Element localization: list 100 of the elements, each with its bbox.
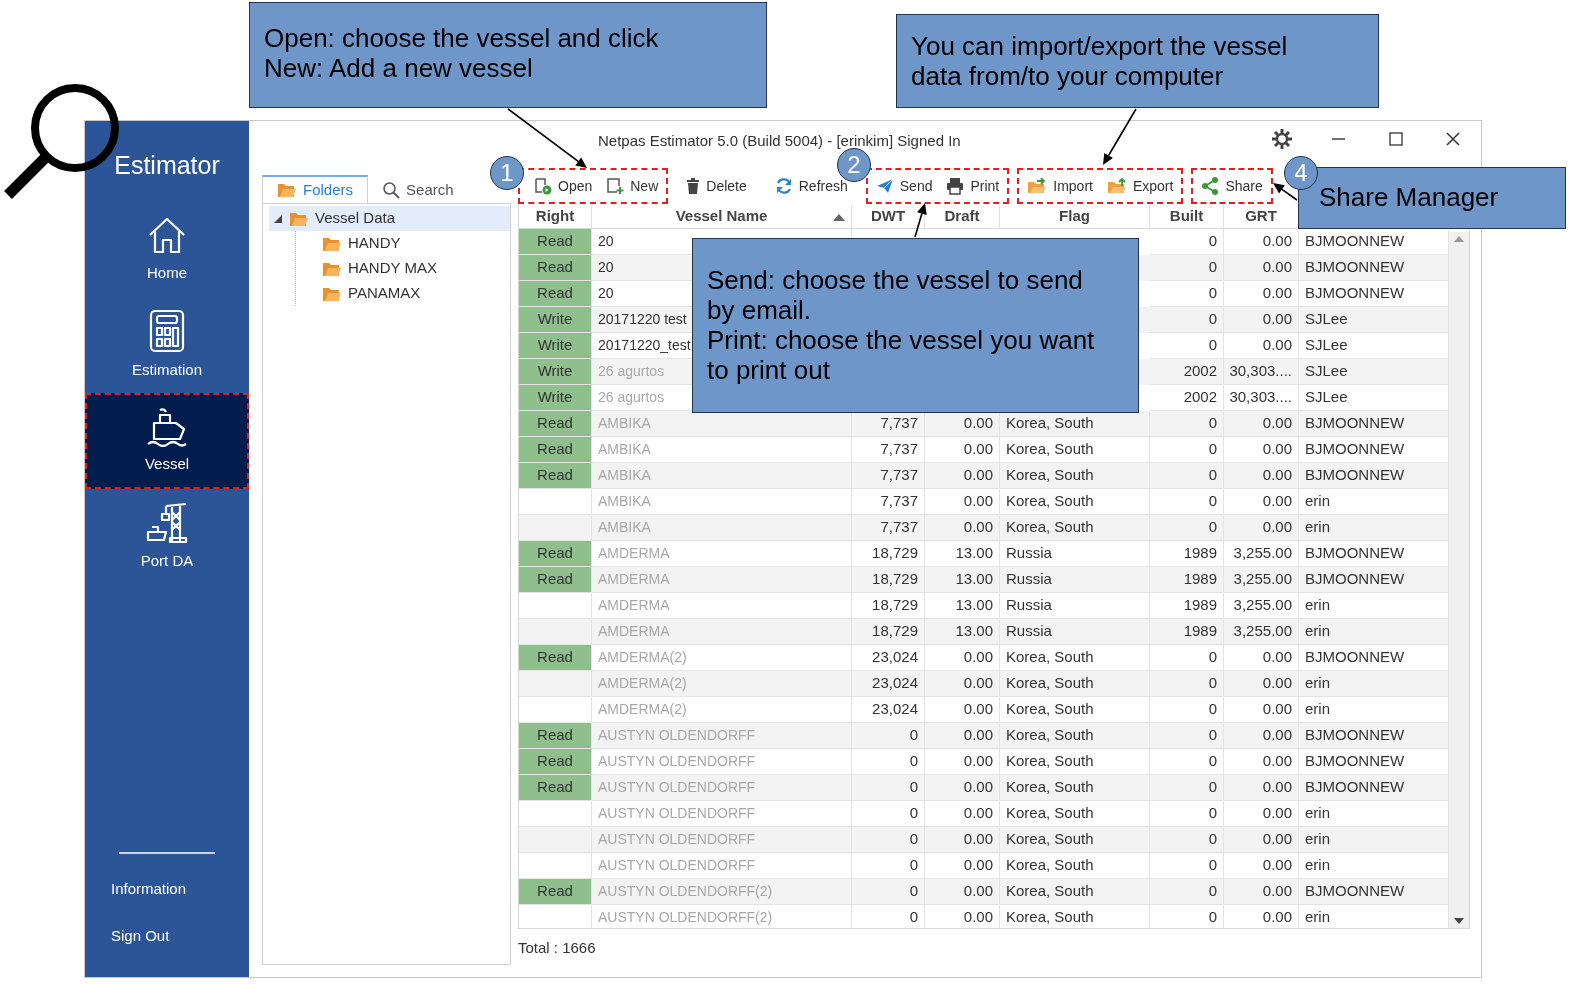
table-cell: 0.00 [1224,411,1299,437]
table-cell: 3,255.00 [1224,619,1299,645]
folder-icon [322,235,342,252]
access-cell: Read [519,775,592,801]
table-cell: 0 [1150,775,1224,801]
toolbar-button[interactable]: Import [1021,173,1099,199]
table-cell: 18,729 [852,619,925,645]
access-cell: Write [519,333,592,359]
table-cell: 7,737 [852,463,925,489]
table-cell: 0 [1150,905,1224,928]
access-cell: Write [519,359,592,385]
access-cell: Read [519,645,592,671]
crane-icon [144,501,190,544]
column-header[interactable]: Flag [1000,205,1150,228]
table-cell: 0 [1150,463,1224,489]
table-cell: 0.00 [1224,827,1299,853]
collapse-triangle-icon[interactable] [273,213,283,224]
scroll-up-icon[interactable] [1454,236,1464,242]
folder-icon [277,182,297,198]
paper-plane-icon [875,178,894,194]
table-cell: 30,303.... [1224,359,1299,385]
toolbar-button[interactable]: Send [869,173,939,199]
folder-icon [322,260,342,277]
table-cell: 13.00 [925,567,1000,593]
access-cell: Write [519,385,592,411]
scrollbar[interactable] [1449,232,1469,928]
column-header[interactable]: Right [519,205,592,228]
toolbar-button[interactable]: Delete [680,173,753,199]
table-cell: AMDERMA(2) [592,671,852,697]
table-cell: 0.00 [1224,905,1299,928]
tab[interactable]: Search [368,175,468,203]
sidebar-link[interactable]: Information [111,878,249,901]
callout-text: New: Add a new vessel [264,53,534,83]
column-header[interactable]: Built [1150,205,1224,228]
nav-item[interactable]: Estimation [85,297,249,393]
table-cell: 0 [852,827,925,853]
access-cell: Read [519,879,592,905]
table-cell: 1989 [1150,619,1224,645]
table-cell: AMBIKA [592,515,852,541]
table-cell: 0.00 [1224,775,1299,801]
table-cell: 0 [1150,255,1224,281]
scroll-down-icon[interactable] [1454,918,1464,924]
table-cell: Korea, South [1000,905,1150,928]
tree-item[interactable]: PANAMAX [318,281,510,306]
access-cell: Read [519,463,592,489]
callout-text: You can import/export the vessel data from/to your computer [911,31,1289,91]
tree-item[interactable]: Vessel Data [269,206,510,231]
table-cell: 0.00 [1224,255,1299,281]
access-cell: Read [519,749,592,775]
access-cell: Read [519,567,592,593]
minimize-icon [1332,138,1345,140]
tree-item[interactable]: HANDY [318,231,510,256]
toolbar-button[interactable]: Print [940,173,1006,199]
nav-item[interactable]: Vessel [85,393,249,489]
table-cell: Korea, South [1000,723,1150,749]
table-cell: 0.00 [925,905,1000,928]
folder-icon [322,285,342,302]
calculator-icon [149,308,185,353]
table-cell: 3,255.00 [1224,567,1299,593]
table-cell: AMBIKA [592,463,852,489]
ship-icon [146,406,188,447]
tree-item[interactable]: HANDY MAX [318,256,510,281]
table-cell: Korea, South [1000,879,1150,905]
table-cell: Russia [1000,567,1150,593]
table-cell: 0.00 [925,775,1000,801]
tab[interactable]: Folders [262,175,369,203]
toolbar-button[interactable]: Open [528,173,599,199]
table-cell: Korea, South [1000,515,1150,541]
table-cell: 23,024 [852,671,925,697]
folder-arrow-icon [1106,178,1127,194]
access-cell: Read [519,281,592,307]
table-cell: 0 [1150,411,1224,437]
callout-text: Share Manager [1319,182,1500,212]
toolbar-button[interactable]: Export [1100,173,1180,199]
printer-icon [946,177,965,195]
table-cell: 0.00 [1224,723,1299,749]
table-cell: Korea, South [1000,671,1150,697]
sidebar-link[interactable]: Sign Out [111,924,249,947]
window-title: Netpas Estimator 5.0 (Build 5004) - [erinkim] Signed In [598,131,961,151]
search-icon [382,181,401,199]
table-cell: 0.00 [925,671,1000,697]
toolbar-button[interactable]: Share [1195,173,1269,199]
table-cell: 1989 [1150,567,1224,593]
refresh-icon [774,177,793,195]
access-cell: Read [519,229,592,255]
table-cell: 0 [1150,879,1224,905]
toolbar-button[interactable]: New [600,173,665,199]
callout-text: Open: choose the vessel and click [264,23,660,53]
table-cell: Russia [1000,619,1150,645]
table-cell: 0.00 [1224,879,1299,905]
column-header[interactable]: Vessel Name [592,205,852,228]
folder-arrow-icon [1027,178,1048,194]
trash-icon [686,178,701,194]
table-cell: 0.00 [1224,515,1299,541]
nav-item[interactable]: Home [85,201,249,297]
table-cell: 0 [852,723,925,749]
table-cell: 0 [1150,307,1224,333]
table-cell: AUSTYN OLDENDORFF [592,723,852,749]
nav-item[interactable]: Port DA [85,489,249,585]
table-cell: 18,729 [852,567,925,593]
